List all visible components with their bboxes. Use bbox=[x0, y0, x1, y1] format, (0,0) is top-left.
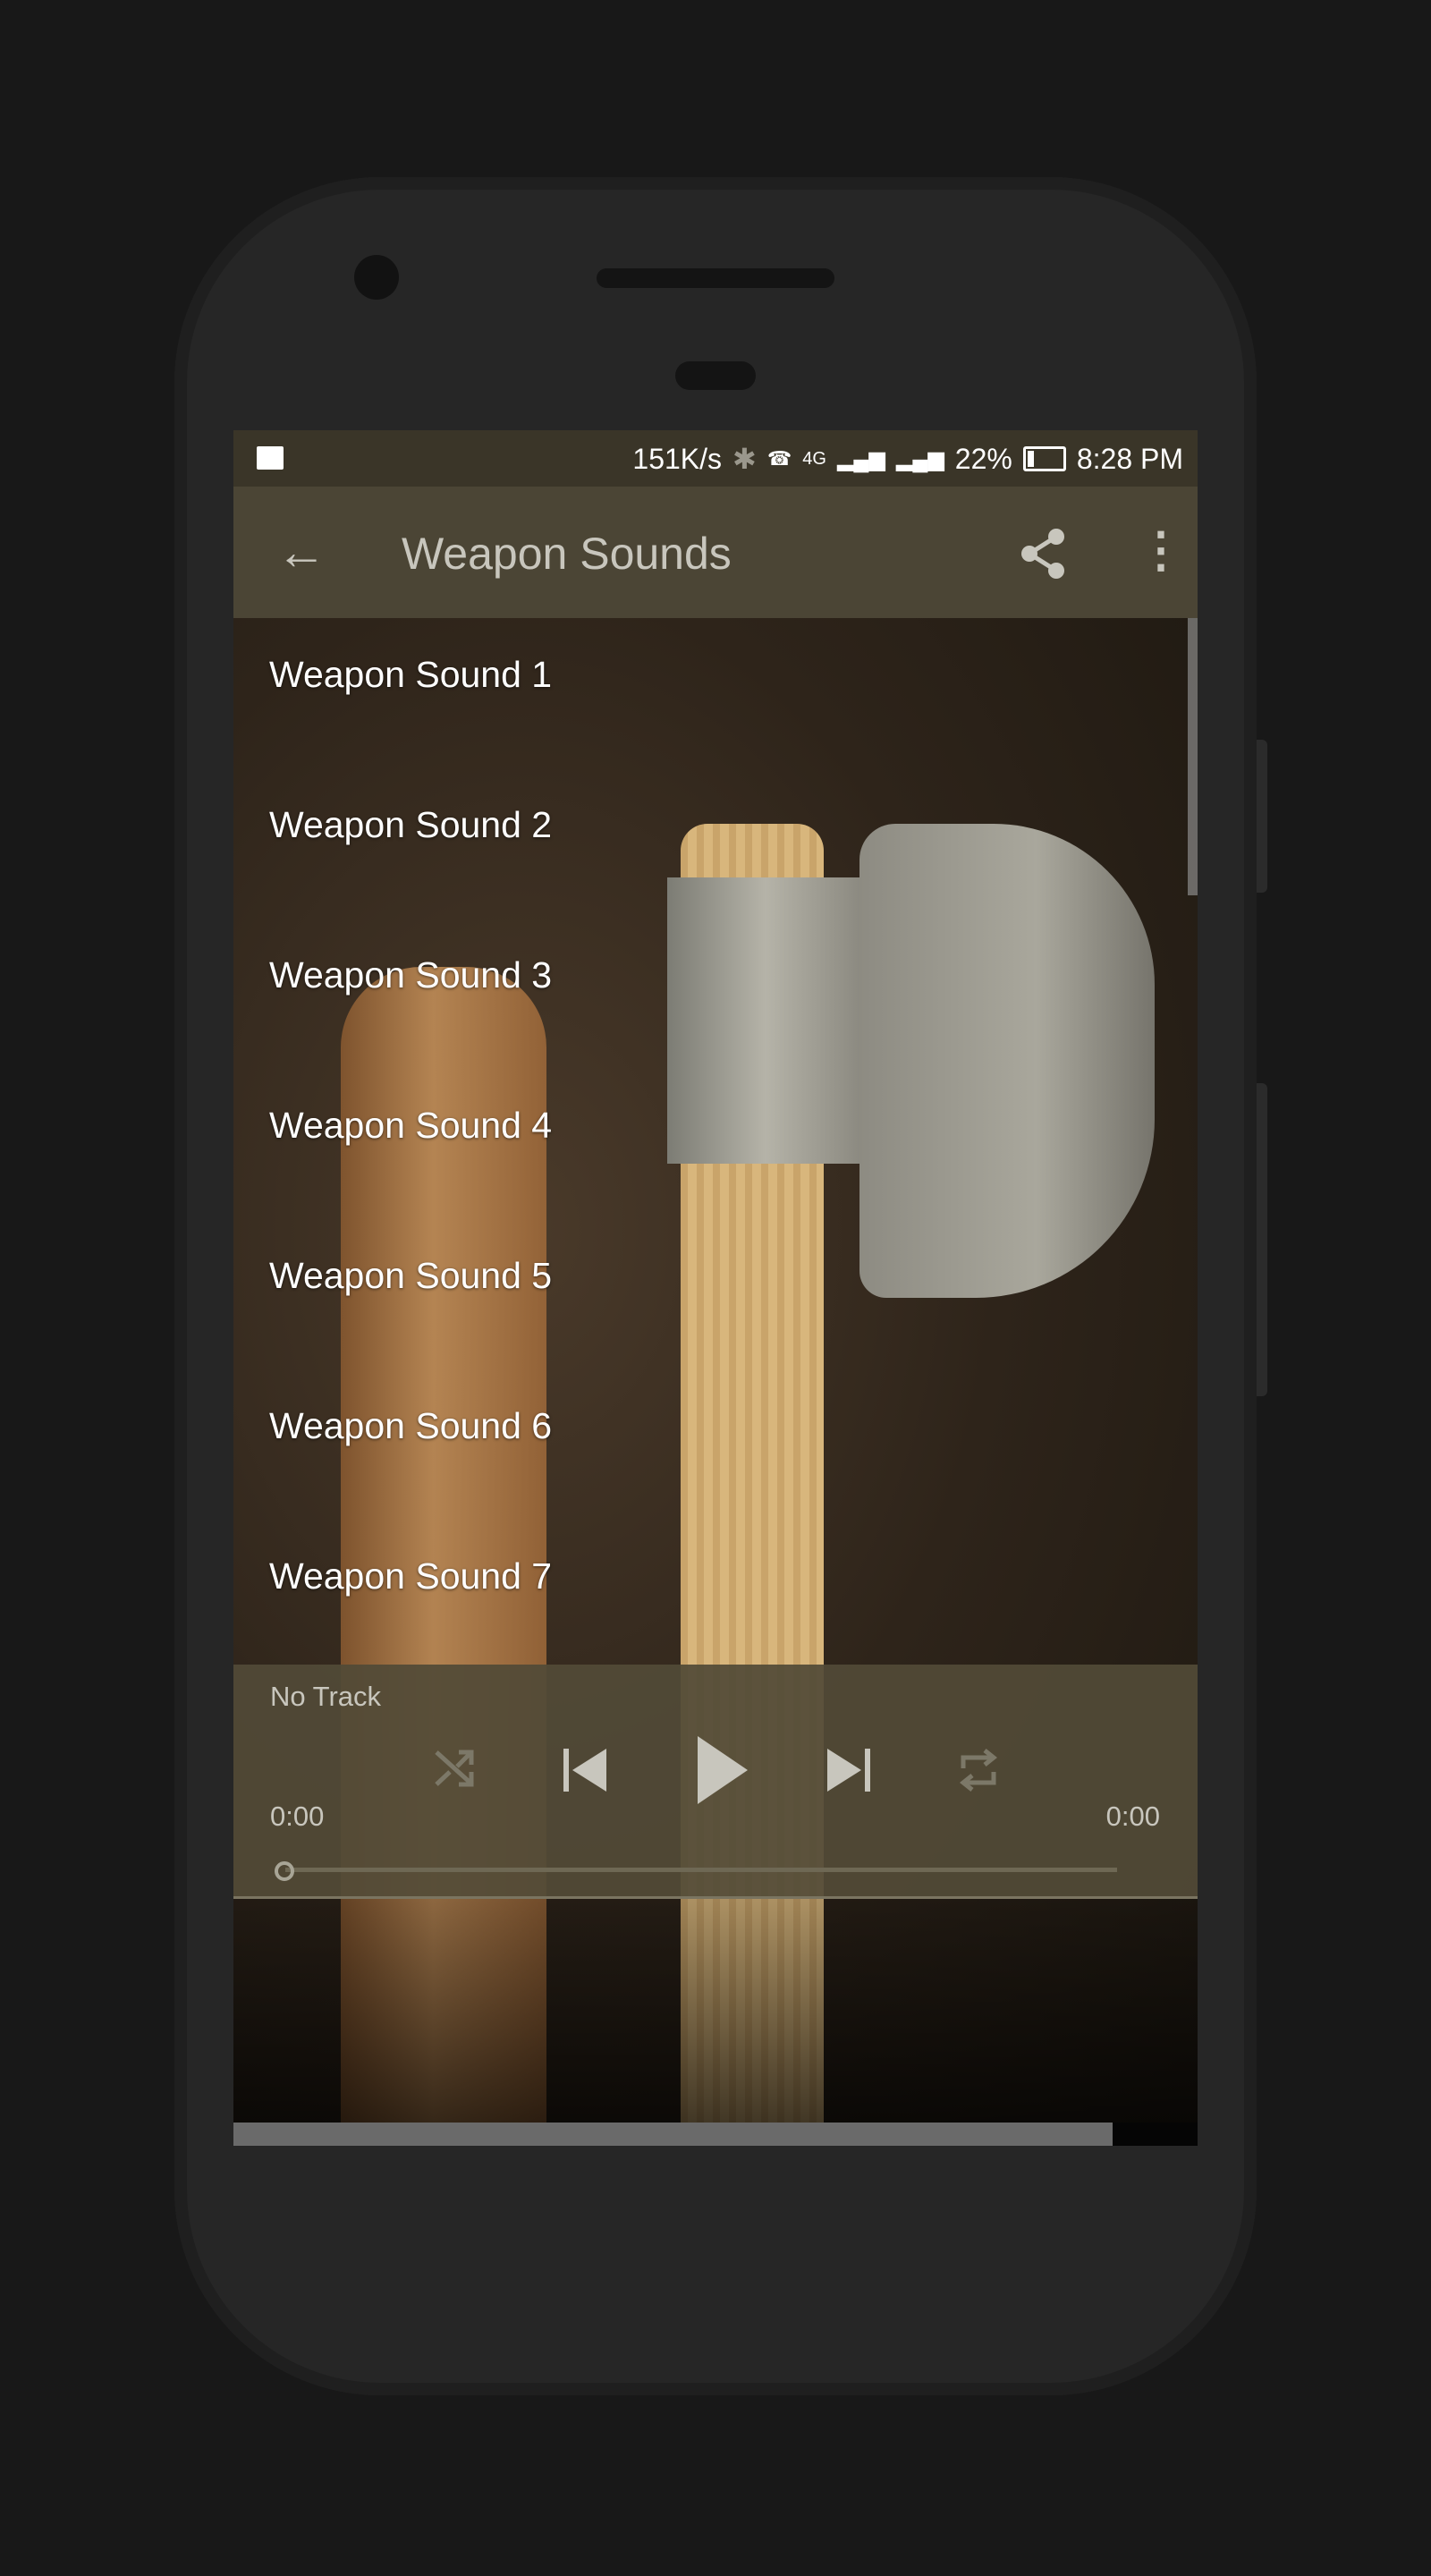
battery-icon bbox=[1022, 446, 1066, 471]
repeat-icon[interactable] bbox=[956, 1745, 1001, 1800]
media-player: No Track 0:00 0:00 bbox=[233, 1665, 1198, 1899]
play-icon[interactable] bbox=[694, 1734, 751, 1810]
list-item[interactable]: Weapon Sound 3 bbox=[269, 954, 552, 1026]
screen: 151K/s ✱ ☎ 4G ▂▄▆ ▂▄▆ 22% 8:28 PM ← Weap… bbox=[233, 430, 1198, 2146]
elapsed-time: 0:00 bbox=[270, 1801, 325, 1832]
seek-bar[interactable] bbox=[285, 1868, 1117, 1872]
skip-next-icon[interactable] bbox=[824, 1745, 874, 1800]
network-type: 4G bbox=[802, 448, 826, 469]
clock: 8:28 PM bbox=[1076, 442, 1183, 475]
duration-time: 0:00 bbox=[1105, 1801, 1160, 1832]
list-item[interactable]: Weapon Sound 4 bbox=[269, 1105, 552, 1176]
bluetooth-icon: ✱ bbox=[732, 443, 757, 475]
net-speed: 151K/s bbox=[632, 442, 723, 475]
list-item[interactable]: Weapon Sound 6 bbox=[269, 1405, 552, 1477]
signal-icon-2: ▂▄▆ bbox=[895, 446, 944, 471]
earpiece-speaker bbox=[597, 268, 834, 288]
horizontal-scrollbar[interactable] bbox=[233, 2123, 1113, 2146]
list-item[interactable]: Weapon Sound 1 bbox=[269, 654, 552, 725]
vertical-scrollbar[interactable] bbox=[1188, 618, 1198, 895]
toolbar: ← Weapon Sounds ⋮ bbox=[233, 487, 1198, 618]
volume-button bbox=[1257, 1083, 1267, 1396]
more-vert-icon[interactable]: ⋮ bbox=[1137, 526, 1185, 574]
front-camera bbox=[354, 255, 399, 300]
share-icon[interactable] bbox=[1020, 528, 1067, 584]
skip-previous-icon[interactable] bbox=[560, 1745, 610, 1800]
seek-thumb[interactable] bbox=[275, 1861, 294, 1881]
status-bar: 151K/s ✱ ☎ 4G ▂▄▆ ▂▄▆ 22% 8:28 PM bbox=[233, 430, 1198, 487]
proximity-sensor bbox=[675, 361, 756, 390]
power-button bbox=[1257, 740, 1267, 893]
signal-icon: ▂▄▆ bbox=[836, 446, 885, 471]
track-title: No Track bbox=[270, 1681, 382, 1712]
background-shade bbox=[233, 1897, 1198, 2146]
axe-head-image bbox=[667, 877, 864, 1164]
page-title: Weapon Sounds bbox=[402, 529, 732, 579]
image-icon bbox=[257, 446, 284, 470]
battery-percent: 22% bbox=[954, 442, 1012, 475]
shuffle-icon[interactable] bbox=[432, 1745, 477, 1794]
arrow-left-icon[interactable]: ← bbox=[276, 522, 326, 580]
list-item[interactable]: Weapon Sound 5 bbox=[269, 1255, 552, 1326]
list-item[interactable]: Weapon Sound 2 bbox=[269, 804, 552, 876]
scrollbar-track-end bbox=[1113, 2123, 1198, 2146]
hd-call-icon: ☎ bbox=[766, 447, 792, 470]
list-item[interactable]: Weapon Sound 7 bbox=[269, 1555, 552, 1627]
axe-blade-image bbox=[859, 824, 1155, 1298]
